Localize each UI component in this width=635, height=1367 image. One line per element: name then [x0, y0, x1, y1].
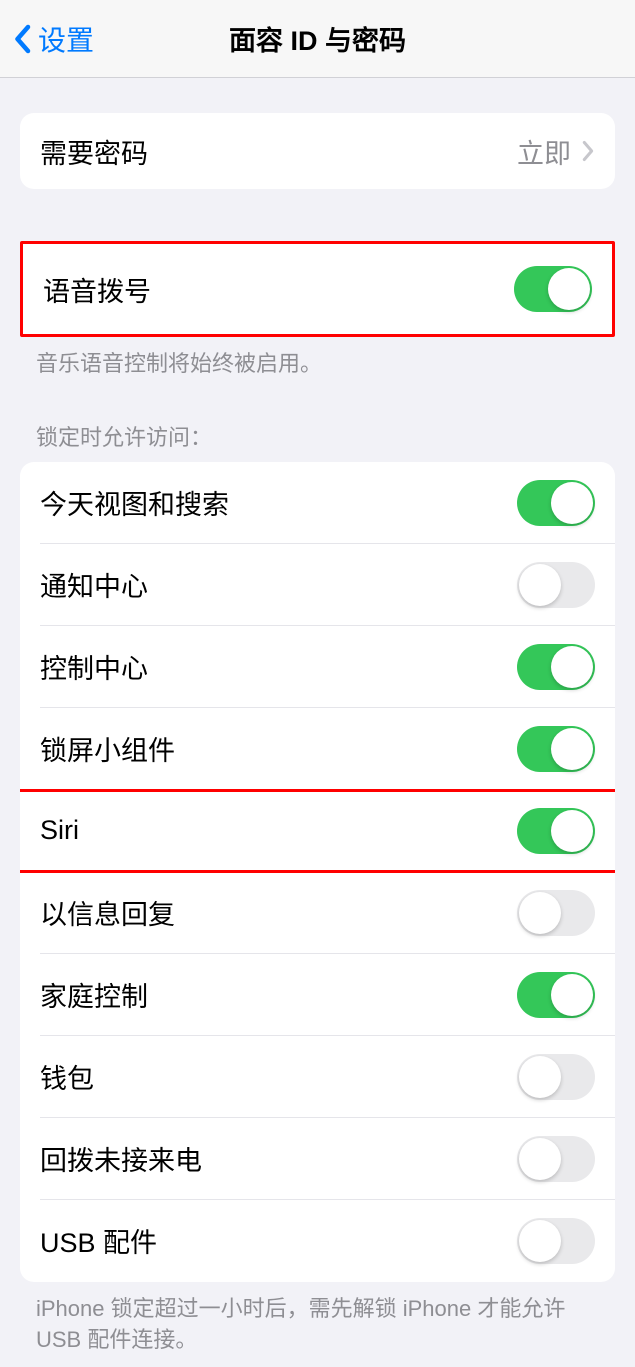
wallet-row: 钱包	[20, 1036, 615, 1118]
page-title: 面容 ID 与密码	[229, 19, 406, 58]
reply-with-message-toggle[interactable]	[517, 890, 595, 936]
voice-dial-highlight: 语音拨号	[20, 241, 615, 337]
back-button[interactable]: 设置	[12, 19, 94, 59]
notification-center-toggle[interactable]	[517, 562, 595, 608]
require-passcode-value: 立即	[517, 132, 571, 171]
usb-footer: iPhone 锁定超过一小时后，需先解锁 iPhone 才能允许 USB 配件连…	[0, 1282, 635, 1367]
today-view-label: 今天视图和搜索	[40, 483, 229, 522]
voice-dial-label: 语音拨号	[43, 270, 151, 309]
today-view-toggle[interactable]	[517, 480, 595, 526]
toggle-knob	[548, 268, 590, 310]
require-passcode-group: 需要密码 立即	[20, 113, 615, 189]
home-control-label: 家庭控制	[40, 975, 148, 1014]
control-center-label: 控制中心	[40, 647, 148, 686]
locked-access-group: 今天视图和搜索 通知中心 控制中心 锁屏小组件 Siri 以信息回复 家庭控制	[20, 462, 615, 1282]
require-passcode-label: 需要密码	[40, 132, 148, 171]
siri-row: Siri	[20, 790, 615, 872]
return-missed-calls-label: 回拨未接来电	[40, 1139, 202, 1178]
reply-with-message-row: 以信息回复	[20, 872, 615, 954]
lock-screen-widgets-label: 锁屏小组件	[40, 729, 175, 768]
locked-access-header: 锁定时允许访问：	[0, 410, 635, 462]
notification-center-row: 通知中心	[20, 544, 615, 626]
home-control-toggle[interactable]	[517, 972, 595, 1018]
siri-label: Siri	[40, 815, 79, 846]
reply-with-message-label: 以信息回复	[40, 893, 175, 932]
usb-accessories-label: USB 配件	[40, 1221, 157, 1260]
today-view-row: 今天视图和搜索	[20, 462, 615, 544]
control-center-toggle[interactable]	[517, 644, 595, 690]
home-control-row: 家庭控制	[20, 954, 615, 1036]
usb-accessories-row: USB 配件	[20, 1200, 615, 1282]
return-missed-calls-row: 回拨未接来电	[20, 1118, 615, 1200]
voice-dial-footer: 音乐语音控制将始终被启用。	[0, 337, 635, 392]
require-passcode-row[interactable]: 需要密码 立即	[20, 113, 615, 189]
lock-screen-widgets-row: 锁屏小组件	[20, 708, 615, 790]
return-missed-calls-toggle[interactable]	[517, 1136, 595, 1182]
wallet-label: 钱包	[40, 1057, 94, 1096]
usb-accessories-toggle[interactable]	[517, 1218, 595, 1264]
control-center-row: 控制中心	[20, 626, 615, 708]
wallet-toggle[interactable]	[517, 1054, 595, 1100]
lock-screen-widgets-toggle[interactable]	[517, 726, 595, 772]
navigation-bar: 设置 面容 ID 与密码	[0, 0, 635, 78]
chevron-left-icon	[12, 24, 32, 54]
voice-dial-toggle[interactable]	[514, 266, 592, 312]
notification-center-label: 通知中心	[40, 565, 148, 604]
siri-toggle[interactable]	[517, 808, 595, 854]
voice-dial-row: 语音拨号	[23, 244, 612, 334]
back-label: 设置	[38, 19, 94, 59]
chevron-right-icon	[581, 140, 595, 162]
